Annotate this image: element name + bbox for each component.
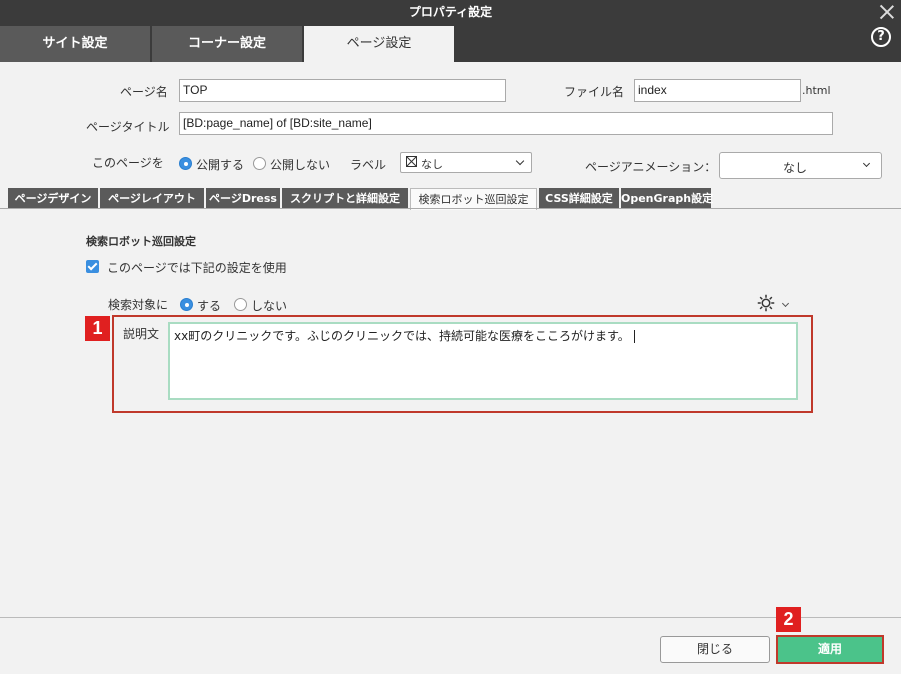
subtab-page-dress[interactable]: ページDress bbox=[206, 188, 280, 209]
file-name-label: ファイル名 bbox=[564, 85, 625, 99]
page-name-input[interactable]: TOP bbox=[179, 79, 506, 102]
sub-tab-divider bbox=[0, 208, 901, 209]
search-target-yes-radio[interactable] bbox=[180, 298, 193, 311]
tab-site-settings[interactable]: サイト設定 bbox=[0, 26, 150, 62]
file-extension: .html bbox=[802, 84, 831, 97]
search-target-no-label: しない bbox=[251, 299, 288, 313]
page-title-input[interactable]: [BD:page_name] of [BD:site_name] bbox=[179, 112, 833, 135]
publish-no-radio[interactable] bbox=[253, 157, 266, 170]
tab-corner-settings[interactable]: コーナー設定 bbox=[152, 26, 302, 62]
animation-label: ページアニメーション： bbox=[585, 160, 717, 174]
section-title: 検索ロボット巡回設定 bbox=[86, 235, 196, 248]
title-bar: プロパティ設定 bbox=[0, 0, 901, 24]
search-target-yes-label: する bbox=[197, 299, 222, 313]
description-label: 説明文 bbox=[123, 327, 160, 341]
subtab-css-details[interactable]: CSS詳細設定 bbox=[539, 188, 619, 209]
apply-button[interactable]: 適用 bbox=[776, 635, 884, 664]
publish-yes-radio[interactable] bbox=[179, 157, 192, 170]
label-select[interactable]: なし bbox=[400, 152, 532, 173]
page-name-label: ページ名 bbox=[120, 85, 168, 99]
close-button[interactable]: 閉じる bbox=[660, 636, 770, 663]
description-textarea[interactable]: xx町のクリニックです。ふじのクリニックでは、持続可能な医療をこころがけます。 bbox=[168, 322, 798, 400]
subtab-opengraph[interactable]: OpenGraph設定 bbox=[621, 188, 713, 209]
file-name-input[interactable]: index bbox=[634, 79, 801, 102]
publish-yes-label: 公開する bbox=[196, 158, 245, 172]
label-select-value: なし bbox=[421, 158, 443, 171]
subtab-script-details[interactable]: スクリプトと詳細設定 bbox=[282, 188, 408, 209]
step-badge-2: 2 bbox=[776, 607, 801, 632]
search-target-no-radio[interactable] bbox=[234, 298, 247, 311]
animation-select[interactable]: なし bbox=[719, 152, 882, 179]
search-target-label: 検索対象に bbox=[108, 298, 169, 312]
label-none-icon bbox=[406, 156, 417, 167]
publish-no-label: 公開しない bbox=[270, 158, 331, 172]
publish-label: このページを bbox=[92, 156, 164, 170]
description-text: xx町のクリニックです。ふじのクリニックでは、持続可能な医療をこころがけます。 bbox=[174, 329, 630, 343]
page-title-label: ページタイトル bbox=[86, 120, 170, 134]
footer-divider bbox=[0, 617, 901, 618]
subtab-page-design[interactable]: ページデザイン bbox=[8, 188, 98, 209]
label-label: ラベル bbox=[350, 158, 387, 172]
subtab-robot-settings[interactable]: 検索ロボット巡回設定 bbox=[410, 188, 537, 210]
use-settings-label: このページでは下記の設定を使用 bbox=[107, 261, 287, 275]
step-badge-1: 1 bbox=[85, 316, 110, 341]
tab-page-settings[interactable]: ページ設定 bbox=[304, 26, 454, 62]
close-icon[interactable] bbox=[879, 4, 895, 20]
use-settings-checkbox[interactable] bbox=[86, 260, 99, 273]
chevron-down-icon[interactable] bbox=[781, 299, 790, 308]
subtab-page-layout[interactable]: ページレイアウト bbox=[100, 188, 204, 209]
text-caret bbox=[633, 330, 635, 343]
window-title: プロパティ設定 bbox=[408, 5, 493, 19]
main-tab-bar: サイト設定 コーナー設定 ページ設定 ? bbox=[0, 24, 901, 62]
animation-select-value: なし bbox=[782, 161, 807, 175]
help-icon[interactable]: ? bbox=[871, 27, 891, 47]
chevron-down-icon bbox=[515, 156, 525, 166]
gear-icon[interactable] bbox=[757, 294, 775, 312]
